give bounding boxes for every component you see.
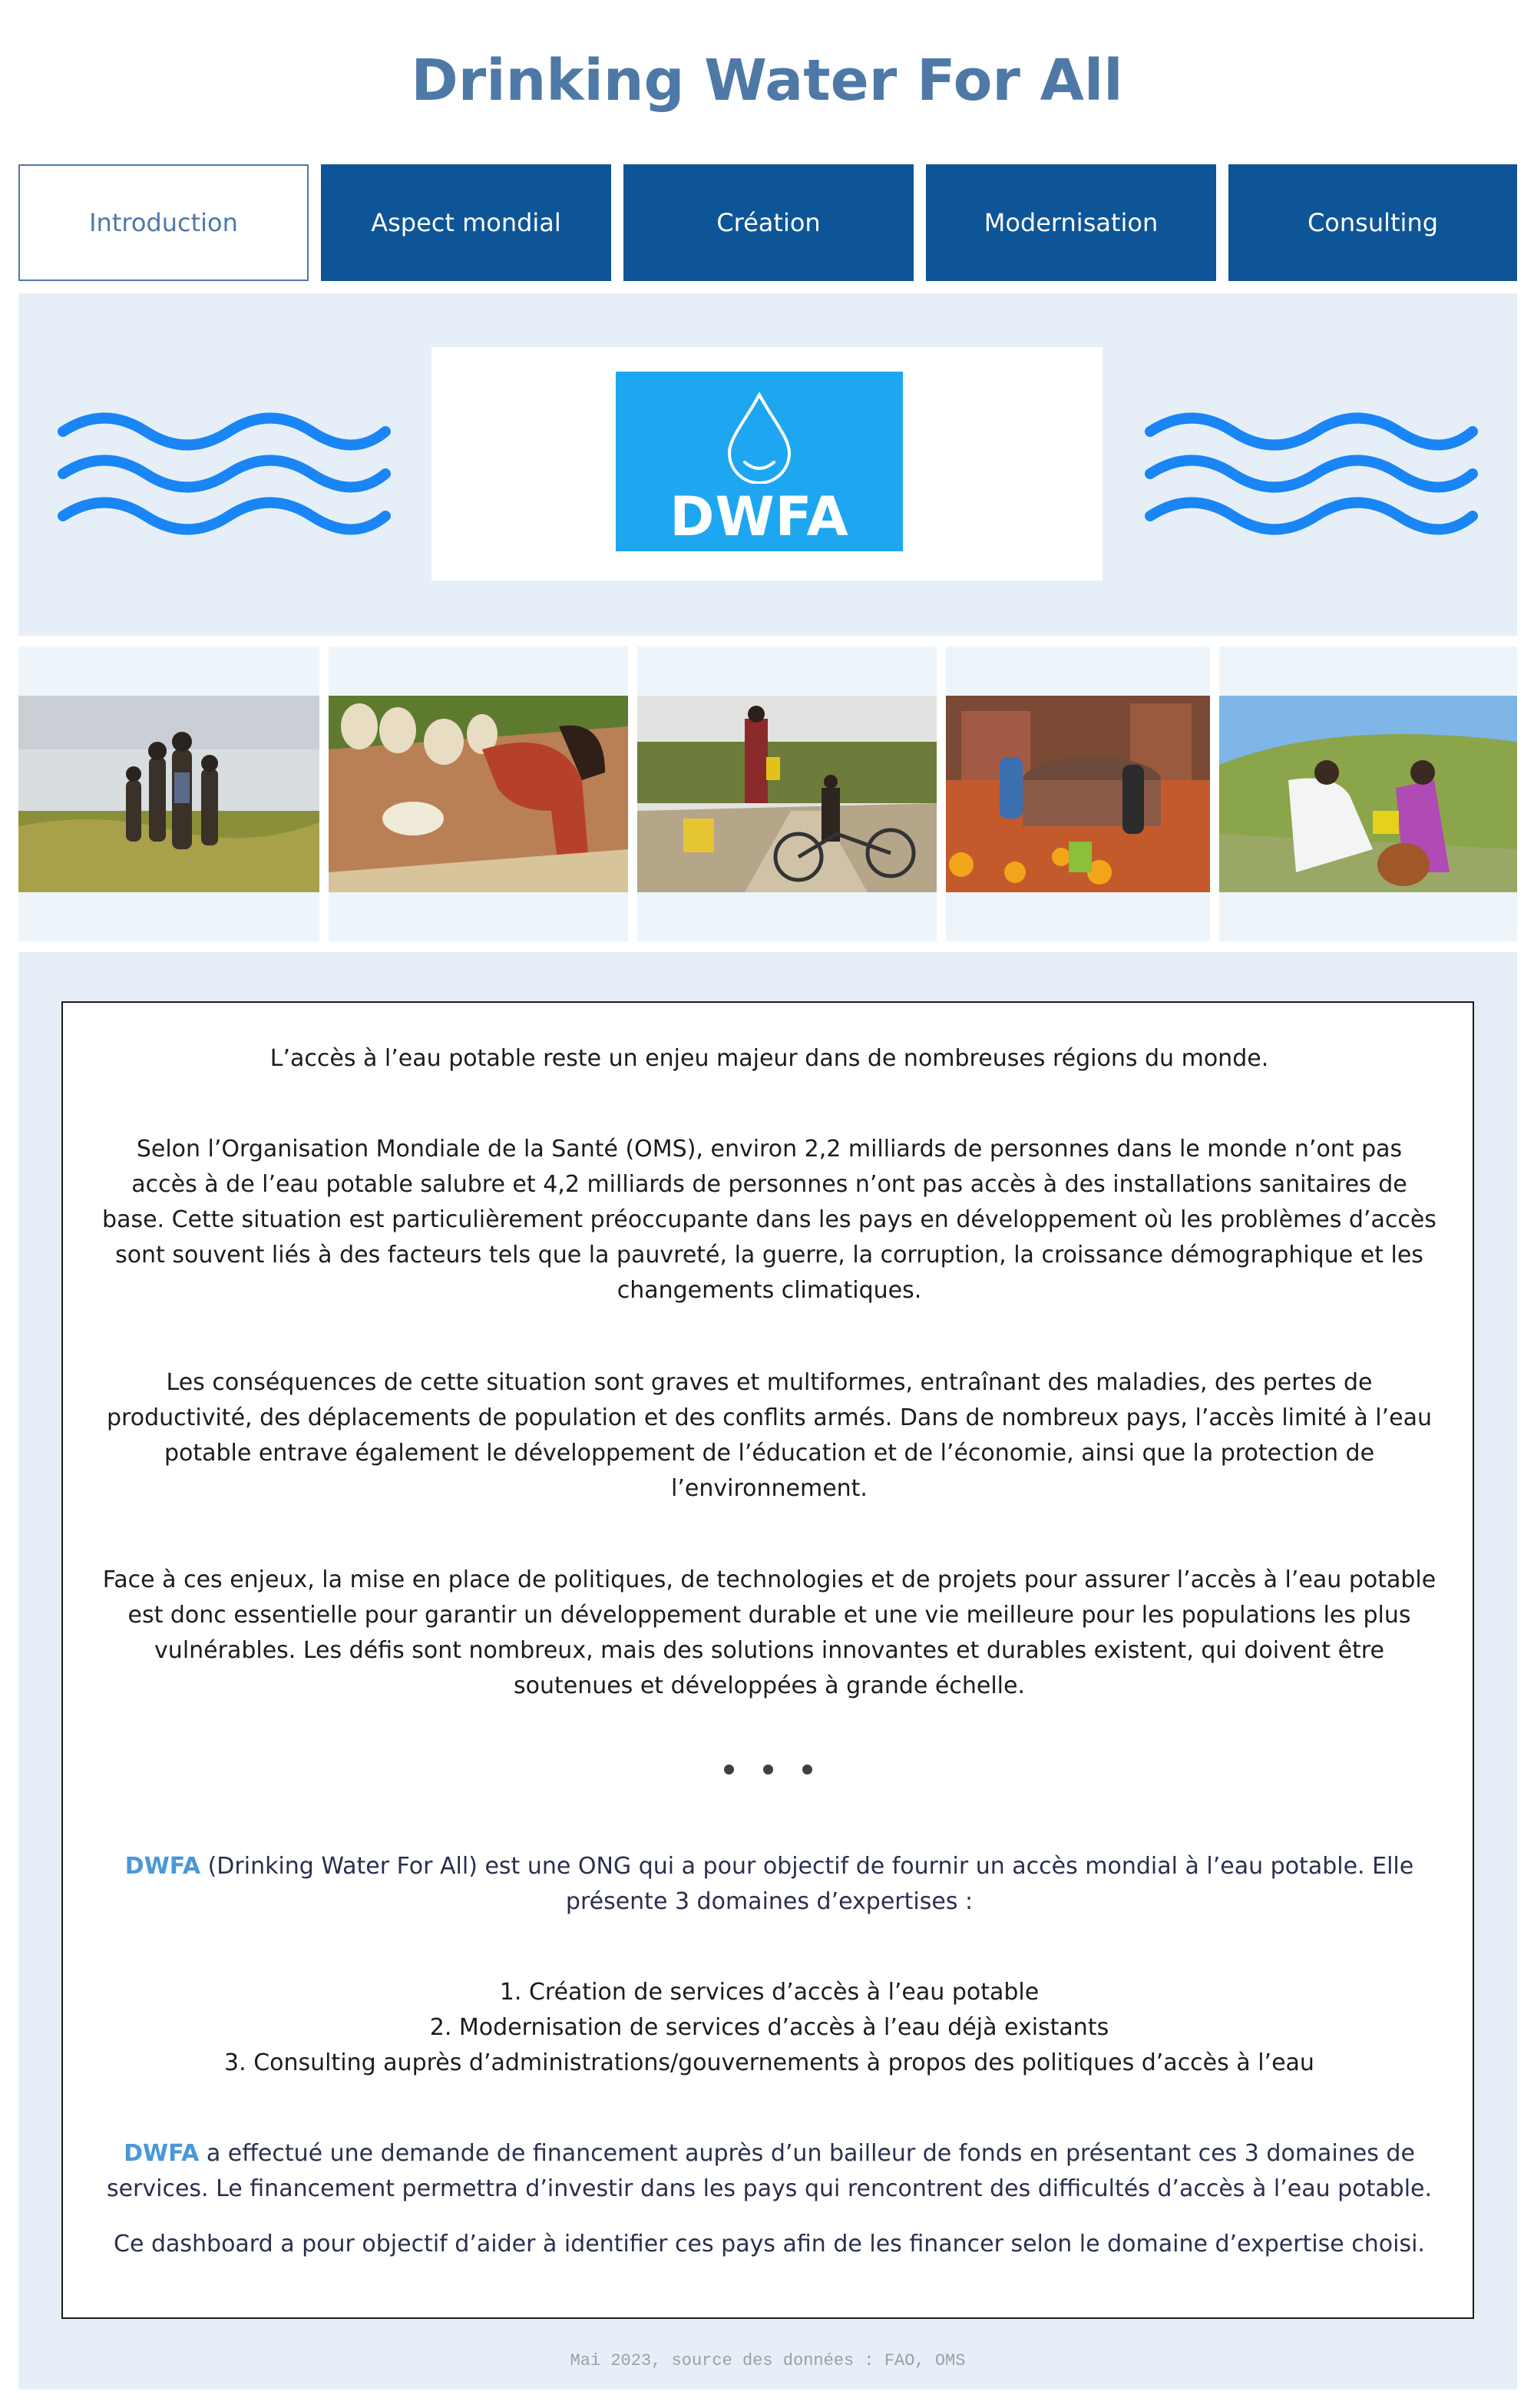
organization-name: DWFA: [124, 2140, 200, 2167]
organization-paragraph: DWFA (Drinking Water For All) est une ON…: [101, 1849, 1437, 1920]
organization-name: DWFA: [124, 1853, 201, 1880]
intro-panel: L’accès à l’eau potable reste un enjeu m…: [18, 952, 1517, 2390]
dwfa-logo: DWFA: [616, 372, 903, 551]
intro-paragraph: Face à ces enjeux, la mise en place de p…: [102, 1566, 1436, 1699]
water-waves-icon: [58, 412, 391, 535]
logo-text: DWFA: [669, 485, 849, 548]
child-with-bicycle-water-cans-photo: [637, 696, 937, 892]
organization-description: (Drinking Water For All) est une ONG qui…: [200, 1853, 1414, 1915]
tab-creation[interactable]: Création: [623, 164, 914, 281]
funding-paragraph: DWFA a effectué une demande de financeme…: [101, 2136, 1437, 2207]
expertise-domain-item: 1. Création de services d’accès à l’eau …: [499, 1979, 1040, 2006]
dashboard-purpose-paragraph: Ce dashboard a pour objectif d’aider à i…: [114, 2231, 1425, 2258]
intro-paragraph: Les conséquences de cette situation sont…: [107, 1369, 1432, 1502]
children-in-field-photo: [18, 696, 319, 892]
expertise-domain-list: 1. Création de services d’accès à l’eau …: [101, 1975, 1437, 2081]
hero-banner: DWFA: [18, 293, 1517, 636]
source-footnote: Mai 2023, source des données : FAO, OMS: [570, 2351, 966, 2370]
tab-consulting[interactable]: Consulting: [1228, 164, 1517, 281]
expertise-domain-item: 2. Modernisation de services d’accès à l…: [429, 2014, 1109, 2041]
tab-introduction[interactable]: Introduction: [18, 164, 309, 281]
intro-text-box: L’accès à l’eau potable reste un enjeu m…: [61, 1001, 1474, 2319]
separator-dots: [63, 1763, 1473, 1778]
tab-aspect-mondial[interactable]: Aspect mondial: [321, 164, 611, 281]
pouring-water-photo: [1219, 696, 1517, 892]
logo-card: DWFA: [431, 347, 1103, 580]
intro-paragraph: Selon l’Organisation Mondiale de la Sant…: [102, 1136, 1436, 1304]
expertise-domain-item: 3. Consulting auprès d’administrations/g…: [224, 2049, 1314, 2076]
tab-bar: Introduction Aspect mondial Création Mod…: [18, 164, 1517, 281]
page-title: Drinking Water For All: [411, 48, 1123, 114]
water-waves-icon: [1145, 412, 1478, 535]
funding-description: a effectué une demande de financement au…: [106, 2140, 1433, 2202]
water-drop-icon: [727, 392, 792, 484]
woman-collecting-grain-photo: [329, 696, 628, 892]
intro-paragraph: L’accès à l’eau potable reste un enjeu m…: [269, 1045, 1269, 1072]
people-at-well-photo: [946, 696, 1210, 892]
tab-modernisation[interactable]: Modernisation: [926, 164, 1216, 281]
